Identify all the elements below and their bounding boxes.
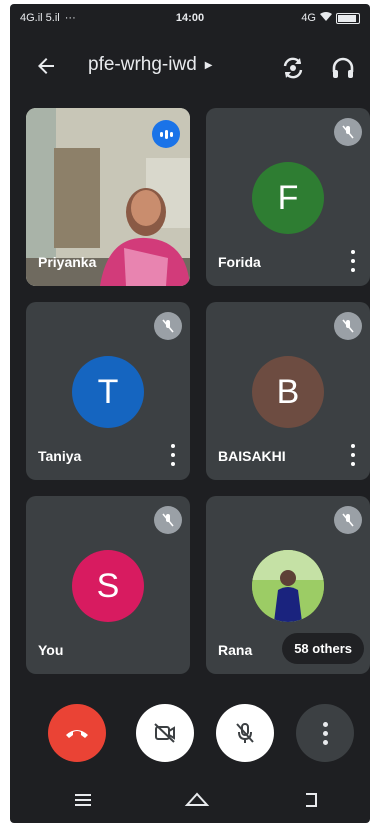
wifi-icon	[320, 11, 332, 25]
mic-muted-badge	[334, 118, 362, 146]
participant-tile[interactable]: Priyanka	[26, 108, 190, 286]
more-options-button[interactable]	[348, 250, 358, 272]
caret-right-icon: ▶	[204, 59, 213, 71]
more-indicator: ···	[64, 12, 76, 24]
mic-off-icon	[236, 723, 254, 743]
camera-toggle-button[interactable]	[136, 704, 194, 762]
participant-name: Taniya	[38, 448, 82, 464]
arrow-left-icon	[38, 58, 54, 74]
participant-name: Priyanka	[38, 254, 97, 270]
phone-screen: 4G.il 5.il ··· 14:00 4G pfe-wrhg-iwd ▶ P…	[10, 4, 370, 823]
system-nav-bar	[10, 780, 370, 820]
participant-tile[interactable]: S You	[26, 496, 190, 674]
more-options-button[interactable]	[348, 444, 358, 466]
call-controls	[10, 694, 370, 774]
switch-camera-button[interactable]	[278, 53, 308, 83]
more-options-button[interactable]	[168, 444, 178, 466]
avatar: F	[252, 162, 324, 234]
mic-muted-badge	[334, 506, 362, 534]
recents-icon	[75, 794, 91, 806]
signal-text: 4G.il 5.il	[20, 12, 60, 24]
more-icon	[322, 721, 328, 745]
meeting-title-button[interactable]: pfe-wrhg-iwd ▶	[88, 54, 212, 76]
status-bar: 4G.il 5.il ··· 14:00 4G	[10, 4, 370, 32]
participant-tile[interactable]: B BAISAKHI	[206, 302, 370, 480]
participant-tile[interactable]: T Taniya	[26, 302, 190, 480]
back-button[interactable]	[32, 54, 60, 82]
clock: 14:00	[175, 12, 205, 24]
headphones-icon	[332, 57, 354, 78]
mic-off-icon	[162, 319, 174, 333]
more-options-button[interactable]	[296, 704, 354, 762]
meeting-header: pfe-wrhg-iwd ▶	[10, 40, 370, 96]
battery-icon	[336, 12, 360, 24]
avatar-photo	[252, 550, 324, 622]
mic-muted-badge	[334, 312, 362, 340]
mic-muted-badge	[154, 312, 182, 340]
audio-output-button[interactable]	[328, 53, 358, 83]
avatar: T	[72, 356, 144, 428]
end-call-icon	[66, 730, 88, 738]
home-icon	[184, 792, 210, 806]
switch-camera-icon	[283, 57, 303, 79]
mic-off-icon	[342, 125, 354, 139]
mic-off-icon	[162, 513, 174, 527]
back-nav-button[interactable]	[296, 788, 326, 812]
recents-button[interactable]	[68, 788, 98, 812]
speaking-indicator	[152, 120, 180, 148]
others-button[interactable]: 58 others	[282, 633, 364, 664]
end-call-button[interactable]	[48, 704, 106, 762]
participant-name: You	[38, 642, 64, 658]
home-button[interactable]	[182, 788, 212, 812]
meeting-code: pfe-wrhg-iwd	[88, 54, 197, 75]
mic-off-icon	[342, 319, 354, 333]
signal-indicators: 4G.il 5.il ···	[20, 12, 76, 24]
mic-muted-badge	[154, 506, 182, 534]
participant-tile[interactable]: F Forida	[206, 108, 370, 286]
mic-toggle-button[interactable]	[216, 704, 274, 762]
mic-off-icon	[342, 513, 354, 527]
camera-off-icon	[154, 723, 175, 743]
participant-name: Forida	[218, 254, 261, 270]
participant-tile[interactable]: Rana 58 others	[206, 496, 370, 674]
back-nav-icon	[306, 793, 317, 807]
participant-name: Rana	[218, 642, 253, 658]
avatar: B	[252, 356, 324, 428]
status-icons: 4G	[301, 11, 360, 25]
network-text: 4G	[301, 12, 316, 24]
avatar: S	[72, 550, 144, 622]
participant-name: BAISAKHI	[218, 448, 286, 464]
